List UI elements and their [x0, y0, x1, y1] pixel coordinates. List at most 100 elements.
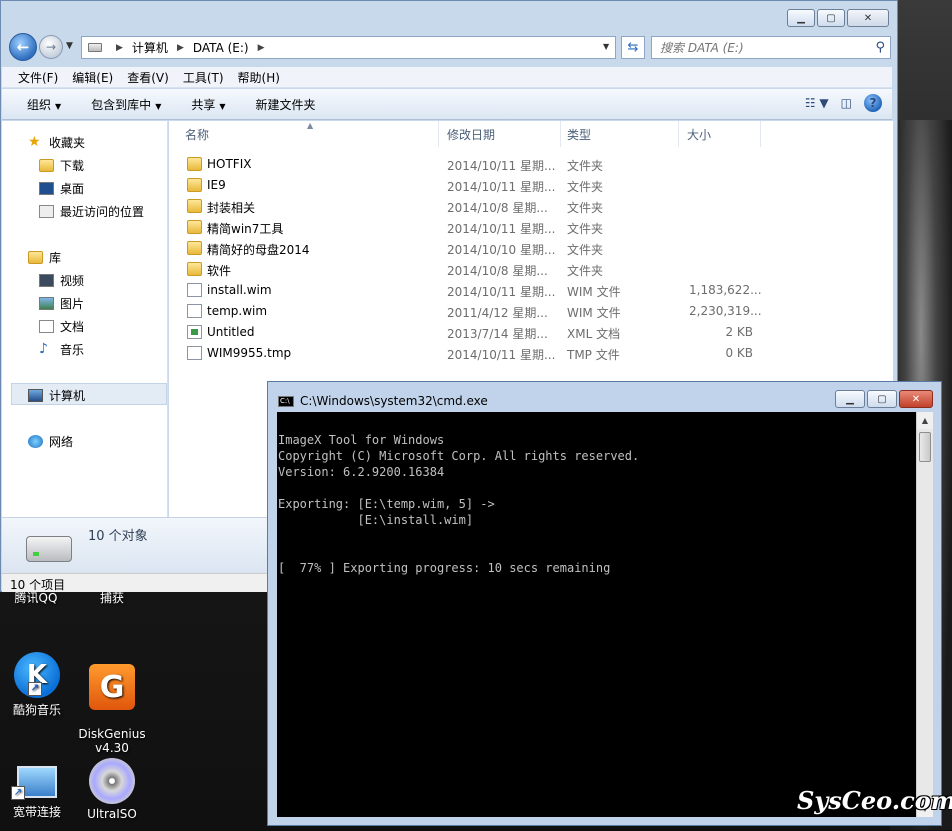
file-name: temp.wim: [207, 304, 268, 318]
cmd-maximize-button[interactable]: ▢: [867, 390, 897, 408]
organize-label: 组织: [27, 97, 52, 112]
address-dropdown-icon[interactable]: ▼: [603, 42, 609, 51]
menu-file[interactable]: 文件(F): [18, 69, 58, 86]
breadcrumb-separator-icon[interactable]: ▶: [177, 43, 184, 53]
organize-button[interactable]: 组织 ▼: [27, 96, 61, 113]
console-output[interactable]: ImageX Tool for Windows Copyright (C) Mi…: [277, 412, 918, 817]
search-icon[interactable]: ⚲: [875, 40, 885, 55]
cmd-scrollbar[interactable]: ▲ ▼: [916, 412, 933, 817]
table-row[interactable]: HOTFIX 2014/10/11 星期... 文件夹: [169, 154, 769, 175]
kugou-music-icon: K ↗: [14, 652, 60, 698]
music-icon: ♪: [39, 341, 48, 357]
nav-network[interactable]: 网络: [28, 433, 73, 450]
nav-music-label: 音乐: [60, 343, 85, 357]
table-row[interactable]: WIM9955.tmp 2014/10/11 星期... TMP 文件 0 KB: [169, 343, 769, 364]
file-type: XML 文档: [567, 327, 621, 341]
minimize-button[interactable]: ▁: [787, 9, 815, 27]
downloads-folder-icon: [39, 159, 54, 172]
help-icon[interactable]: ?: [864, 94, 882, 112]
breadcrumb-computer[interactable]: 计算机: [132, 39, 168, 56]
file-name: 精简win7工具: [207, 222, 284, 236]
address-bar[interactable]: ▶ 计算机 ▶ DATA (E:) ▶: [81, 36, 616, 59]
cmd-close-button[interactable]: ✕: [899, 390, 933, 408]
close-button[interactable]: ✕: [847, 9, 889, 27]
breadcrumb-drive[interactable]: DATA (E:): [193, 41, 249, 55]
column-header-date[interactable]: 修改日期: [439, 121, 561, 147]
recent-pages-dropdown-icon[interactable]: ▼: [66, 41, 73, 51]
cmd-title-bar: C:\ C:\Windows\system32\cmd.exe: [278, 394, 488, 408]
file-date: 2014/10/11 星期...: [447, 159, 556, 173]
table-row[interactable]: Untitled 2013/7/14 星期... XML 文档 2 KB: [169, 322, 769, 343]
preview-pane-icon[interactable]: ◫: [841, 96, 852, 110]
desktop-icon-capture-label[interactable]: 捕获: [72, 592, 152, 608]
recent-places-icon: [39, 205, 54, 218]
scroll-up-icon[interactable]: ▲: [917, 412, 933, 429]
include-label: 包含到库中: [91, 97, 152, 112]
back-arrow-icon[interactable]: ←: [9, 33, 37, 61]
cmd-minimize-button[interactable]: ▁: [835, 390, 865, 408]
search-box[interactable]: ⚲: [651, 36, 891, 59]
table-row[interactable]: 软件 2014/10/8 星期... 文件夹: [169, 259, 769, 280]
nav-recent[interactable]: 最近访问的位置: [39, 203, 144, 220]
watermark-logo: SysCeo.com: [797, 786, 952, 815]
nav-videos[interactable]: 视频: [39, 272, 84, 289]
nav-documents-label: 文档: [60, 320, 85, 334]
desktop-icon-qq-label[interactable]: 腾讯QQ: [0, 592, 76, 608]
chevron-down-icon: ▼: [155, 101, 162, 111]
desktop-icon-kugou[interactable]: K ↗ 酷狗音乐: [0, 652, 77, 718]
desktop-icon: [39, 182, 54, 195]
table-row[interactable]: install.wim 2014/10/11 星期... WIM 文件 1,183,6…: [169, 280, 769, 301]
diskgenius-glyph: G: [99, 669, 125, 705]
column-header-size[interactable]: 大小: [679, 121, 761, 147]
menu-bar: 文件(F) 编辑(E) 查看(V) 工具(T) 帮助(H): [2, 67, 892, 88]
file-date: 2014/10/11 星期...: [447, 348, 556, 362]
nav-pictures[interactable]: 图片: [39, 295, 84, 312]
file-type: 文件夹: [567, 159, 604, 173]
nav-documents[interactable]: 文档: [39, 318, 84, 335]
menu-edit[interactable]: 编辑(E): [72, 69, 113, 86]
column-header-type[interactable]: 类型: [561, 121, 679, 147]
table-row[interactable]: 封装相关 2014/10/8 星期... 文件夹: [169, 196, 769, 217]
nav-libraries[interactable]: 库: [28, 249, 61, 266]
table-row[interactable]: temp.wim 2011/4/12 星期... WIM 文件 2,230,319..…: [169, 301, 769, 322]
include-in-library-button[interactable]: 包含到库中 ▼: [91, 96, 161, 113]
table-row[interactable]: 精简好的母盘2014 2014/10/10 星期... 文件夹: [169, 238, 769, 259]
file-date: 2013/7/14 星期...: [447, 327, 548, 341]
navigation-pane: ★ 收藏夹 下载 桌面 最近访问的位置 库 视频 图片 文档 ♪ 音乐 计算机 网络: [2, 121, 168, 517]
forward-arrow-icon[interactable]: →: [39, 35, 63, 59]
table-row[interactable]: IE9 2014/10/11 星期... 文件夹: [169, 175, 769, 196]
view-options-icon[interactable]: ☷ ▼: [805, 96, 829, 110]
nav-downloads[interactable]: 下载: [39, 157, 84, 174]
file-name: HOTFIX: [207, 157, 252, 171]
desktop-icon-diskgenius[interactable]: G DiskGenius v4.30: [72, 650, 152, 769]
file-date: 2014/10/8 星期...: [447, 264, 548, 278]
file-size: 2 KB: [725, 325, 753, 339]
nav-desktop[interactable]: 桌面: [39, 180, 84, 197]
new-folder-button[interactable]: 新建文件夹: [256, 96, 316, 113]
menu-help[interactable]: 帮助(H): [238, 69, 280, 86]
breadcrumb-separator-icon[interactable]: ▶: [258, 43, 265, 53]
breadcrumb-separator-icon[interactable]: ▶: [116, 43, 123, 53]
nav-computer[interactable]: 计算机: [28, 387, 85, 404]
maximize-button[interactable]: ▢: [817, 9, 845, 27]
menu-tools[interactable]: 工具(T): [183, 69, 224, 86]
nav-favorites[interactable]: ★ 收藏夹: [28, 134, 85, 151]
file-type: 文件夹: [567, 243, 604, 257]
search-input[interactable]: [660, 40, 860, 55]
file-date: 2011/4/12 星期...: [447, 306, 548, 320]
scroll-thumb[interactable]: [919, 432, 931, 462]
column-size-label: 大小: [687, 127, 712, 142]
file-type: WIM 文件: [567, 285, 621, 299]
cmd-icon: C:\: [278, 395, 294, 407]
menu-view[interactable]: 查看(V): [127, 69, 169, 86]
share-button[interactable]: 共享 ▼: [191, 96, 225, 113]
file-icon: [187, 304, 202, 318]
file-type: 文件夹: [567, 180, 604, 194]
column-header-name[interactable]: 名称: [169, 121, 439, 147]
desktop-icon-broadband[interactable]: ↗ 宽带连接: [0, 758, 77, 820]
desktop-icon-ultraiso[interactable]: UltraISO: [72, 758, 152, 821]
refresh-icon[interactable]: ⇆: [621, 36, 645, 59]
table-row[interactable]: 精简win7工具 2014/10/11 星期... 文件夹: [169, 217, 769, 238]
desktop-icon-label: DiskGenius v4.30: [78, 727, 146, 755]
nav-music[interactable]: ♪ 音乐: [39, 341, 84, 358]
